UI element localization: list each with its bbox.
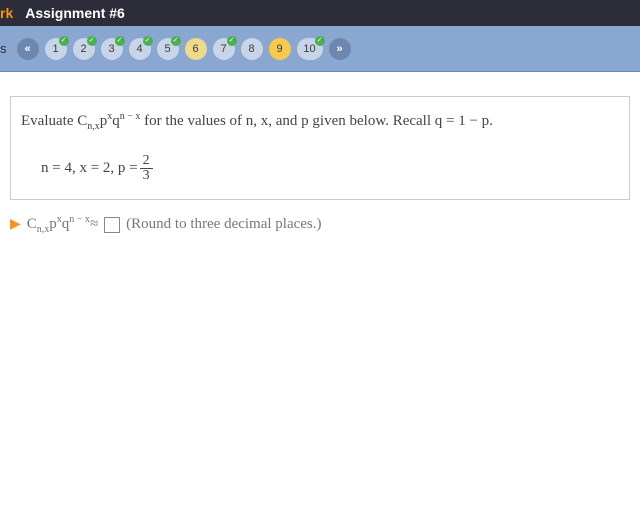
fraction-denominator: 3 bbox=[140, 169, 153, 183]
question-button-10[interactable]: 10 bbox=[297, 38, 323, 60]
check-icon bbox=[59, 36, 69, 46]
prompt-mid: for the values of n, x, and p given belo… bbox=[140, 113, 493, 129]
next-button[interactable]: » bbox=[329, 38, 351, 60]
question-box: Evaluate Cn,xpxqn − x for the values of … bbox=[10, 96, 630, 200]
nav-tab-label: s bbox=[0, 41, 7, 56]
given-values: n = 4, x = 2, p = 2 3 bbox=[41, 154, 619, 183]
formula-expression: Cn,xpxqn − x bbox=[77, 113, 140, 129]
check-icon bbox=[115, 36, 125, 46]
question-button-9[interactable]: 9 bbox=[269, 38, 291, 60]
answer-hint: (Round to three decimal places.) bbox=[126, 216, 321, 233]
assignment-title: Assignment #6 bbox=[25, 5, 125, 21]
question-button-1[interactable]: 1 bbox=[45, 38, 67, 60]
answer-formula: Cn,xpxqn − x bbox=[27, 214, 90, 235]
check-icon bbox=[87, 36, 97, 46]
check-icon bbox=[315, 36, 325, 46]
question-prompt: Evaluate Cn,xpxqn − x for the values of … bbox=[21, 111, 619, 132]
content-area: Evaluate Cn,xpxqn − x for the values of … bbox=[0, 72, 640, 235]
question-button-7[interactable]: 7 bbox=[213, 38, 235, 60]
answer-row: ▶ Cn,xpxqn − x ≈ (Round to three decimal… bbox=[10, 214, 640, 235]
given-prefix: n = 4, x = 2, p = bbox=[41, 160, 138, 177]
question-button-4[interactable]: 4 bbox=[129, 38, 151, 60]
check-icon bbox=[143, 36, 153, 46]
app-header: rk Assignment #6 bbox=[0, 0, 640, 26]
prompt-prefix: Evaluate bbox=[21, 113, 77, 129]
fraction-numerator: 2 bbox=[140, 154, 153, 169]
check-icon bbox=[171, 36, 181, 46]
question-button-5[interactable]: 5 bbox=[157, 38, 179, 60]
answer-input[interactable] bbox=[104, 217, 120, 233]
question-button-3[interactable]: 3 bbox=[101, 38, 123, 60]
question-navbar: s « 123456789 10 » bbox=[0, 26, 640, 72]
question-button-6[interactable]: 6 bbox=[185, 38, 207, 60]
question-button-2[interactable]: 2 bbox=[73, 38, 95, 60]
check-icon bbox=[227, 36, 237, 46]
approx-symbol: ≈ bbox=[90, 216, 98, 233]
question-button-8[interactable]: 8 bbox=[241, 38, 263, 60]
brand-suffix: rk bbox=[0, 5, 13, 21]
prev-button[interactable]: « bbox=[17, 38, 39, 60]
fraction-p: 2 3 bbox=[140, 154, 153, 183]
answer-marker-icon: ▶ bbox=[10, 216, 21, 233]
